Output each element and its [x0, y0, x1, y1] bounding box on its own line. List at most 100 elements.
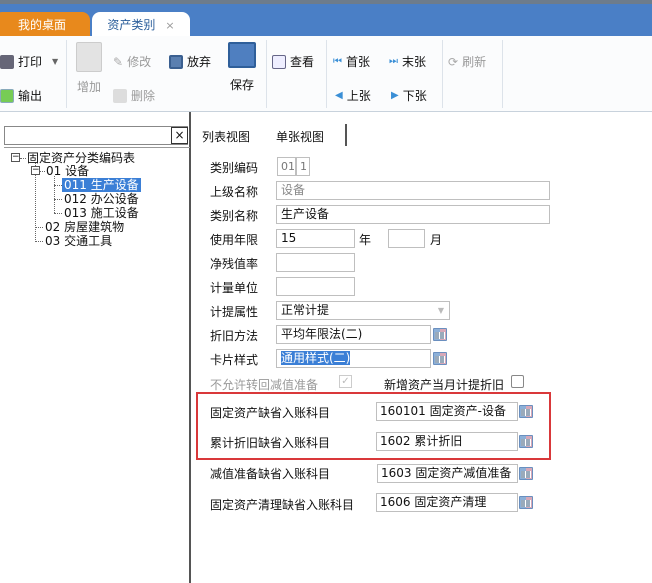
year-unit-label: 年: [359, 233, 372, 247]
residual-rate-input[interactable]: [276, 253, 355, 272]
reference-picker-icon[interactable]: [433, 328, 447, 341]
unit-label: 计量单位: [210, 281, 259, 295]
unit-input[interactable]: [276, 277, 355, 296]
depreciation-method-label: 折旧方法: [210, 329, 259, 343]
prev-icon: ◀: [335, 90, 343, 101]
tree-node-013[interactable]: 013 施工设备: [64, 206, 139, 220]
last-button[interactable]: ⏭ 末张: [389, 53, 426, 70]
reference-picker-icon[interactable]: [519, 435, 533, 448]
impairment-account-label: 减值准备缺省入账科目: [210, 467, 331, 481]
tree-line: [20, 158, 26, 159]
discard-icon: [169, 54, 183, 69]
code-prefix-field: 01: [277, 157, 296, 176]
divider: [4, 147, 190, 148]
card-style-input[interactable]: 通用样式(二): [276, 349, 431, 368]
tab-label: 我的桌面: [17, 18, 66, 32]
view-label: 查看: [290, 55, 315, 69]
new-asset-month-depreciation-checkbox[interactable]: [511, 375, 524, 388]
export-button[interactable]: 输出: [0, 87, 42, 104]
separator: [442, 40, 443, 108]
pencil-icon: ✎: [113, 54, 124, 69]
view-button[interactable]: 查看: [272, 53, 314, 70]
refresh-label: 刷新: [462, 55, 487, 69]
edit-button[interactable]: ✎ 修改: [113, 53, 151, 70]
tree-line: [35, 241, 43, 242]
tree-line: [54, 176, 55, 213]
asset-account-input[interactable]: 160101 固定资产-设备: [376, 402, 518, 421]
magnifier-icon: [272, 54, 286, 69]
tree-node-011[interactable]: 011 生产设备: [62, 178, 141, 192]
edit-label: 修改: [127, 55, 152, 69]
dropdown-arrow-icon[interactable]: ▼: [52, 57, 58, 66]
parent-name-field: 设备: [276, 181, 550, 200]
month-unit-label: 月: [430, 233, 443, 247]
no-reverse-impairment-label: 不允许转回减值准备: [210, 378, 319, 392]
add-document-icon: [76, 42, 102, 72]
impairment-account-input[interactable]: 1603 固定资产减值准备: [377, 464, 518, 483]
prev-button[interactable]: ◀ 上张: [335, 87, 371, 104]
parent-name-label: 上级名称: [210, 185, 259, 199]
add-button[interactable]: 增加: [76, 42, 102, 95]
tree-node-012[interactable]: 012 办公设备: [64, 192, 139, 206]
card-style-label: 卡片样式: [210, 353, 259, 367]
refresh-button[interactable]: ⟳ 刷新: [448, 53, 486, 70]
useful-life-label: 使用年限: [210, 233, 259, 247]
tree-line: [35, 227, 43, 228]
first-button[interactable]: ⏮ 首张: [333, 53, 370, 70]
card-style-value: 通用样式(二): [281, 351, 351, 365]
view-tab-indicator: [345, 124, 347, 146]
disposal-account-input[interactable]: 1606 固定资产清理: [376, 493, 518, 512]
tree-line: [54, 213, 62, 214]
last-icon: ⏭: [389, 56, 398, 67]
refresh-icon: ⟳: [448, 54, 459, 69]
prev-label: 上张: [346, 89, 371, 103]
useful-life-years-input[interactable]: 15: [276, 229, 355, 248]
tree-node-03[interactable]: 03 交通工具: [45, 234, 112, 248]
tree-node-root[interactable]: 固定资产分类编码表: [27, 151, 135, 165]
reference-picker-icon[interactable]: [433, 352, 447, 365]
separator: [502, 40, 503, 108]
tree-node-02[interactable]: 02 房屋建筑物: [45, 220, 124, 234]
print-label: 打印: [18, 55, 43, 69]
export-icon: [0, 88, 14, 103]
save-button[interactable]: 保存: [228, 42, 256, 93]
delete-button[interactable]: 删除: [113, 87, 155, 104]
depreciation-account-input[interactable]: 1602 累计折旧: [376, 432, 518, 451]
next-label: 下张: [402, 89, 427, 103]
collapse-icon[interactable]: −: [31, 166, 40, 175]
tab-list-view[interactable]: 列表视图: [202, 128, 250, 145]
printer-icon: [0, 54, 14, 69]
separator: [66, 40, 67, 108]
delete-icon: [113, 88, 127, 103]
disposal-account-label: 固定资产清理缺省入账科目: [210, 498, 355, 512]
delete-label: 删除: [131, 89, 156, 103]
clear-search-button[interactable]: ×: [171, 127, 188, 144]
tab-label: 资产类别: [107, 18, 156, 32]
discard-button[interactable]: 放弃: [169, 53, 211, 70]
save-label: 保存: [229, 78, 254, 92]
accrual-select[interactable]: 正常计提 ▼: [276, 301, 450, 320]
depreciation-method-input[interactable]: 平均年限法(二): [276, 325, 431, 344]
chevron-down-icon: ▼: [437, 306, 444, 315]
close-tab-icon[interactable]: ×: [165, 19, 174, 32]
tree-search-input[interactable]: [4, 126, 188, 145]
next-icon: ▶: [391, 90, 399, 101]
reference-picker-icon[interactable]: [519, 496, 533, 509]
floppy-disk-icon: [228, 42, 256, 68]
useful-life-months-input[interactable]: [388, 229, 425, 248]
collapse-icon[interactable]: −: [11, 153, 20, 162]
category-name-input[interactable]: 生产设备: [276, 205, 550, 224]
category-name-label: 类别名称: [210, 209, 259, 223]
next-button[interactable]: ▶ 下张: [391, 87, 427, 104]
last-label: 末张: [402, 55, 427, 69]
reference-picker-icon[interactable]: [519, 467, 533, 480]
reference-picker-icon[interactable]: [519, 405, 533, 418]
tab-single-view[interactable]: 单张视图: [276, 128, 324, 145]
tree-line: [54, 185, 62, 186]
tree-node-01[interactable]: 01 设备: [46, 164, 89, 178]
first-label: 首张: [346, 55, 371, 69]
no-reverse-impairment-checkbox[interactable]: ✓: [339, 375, 352, 388]
depreciation-account-label: 累计折旧缺省入账科目: [210, 436, 331, 450]
code-suffix-field[interactable]: 1: [296, 157, 310, 176]
print-button[interactable]: 打印 ▼: [0, 53, 58, 70]
